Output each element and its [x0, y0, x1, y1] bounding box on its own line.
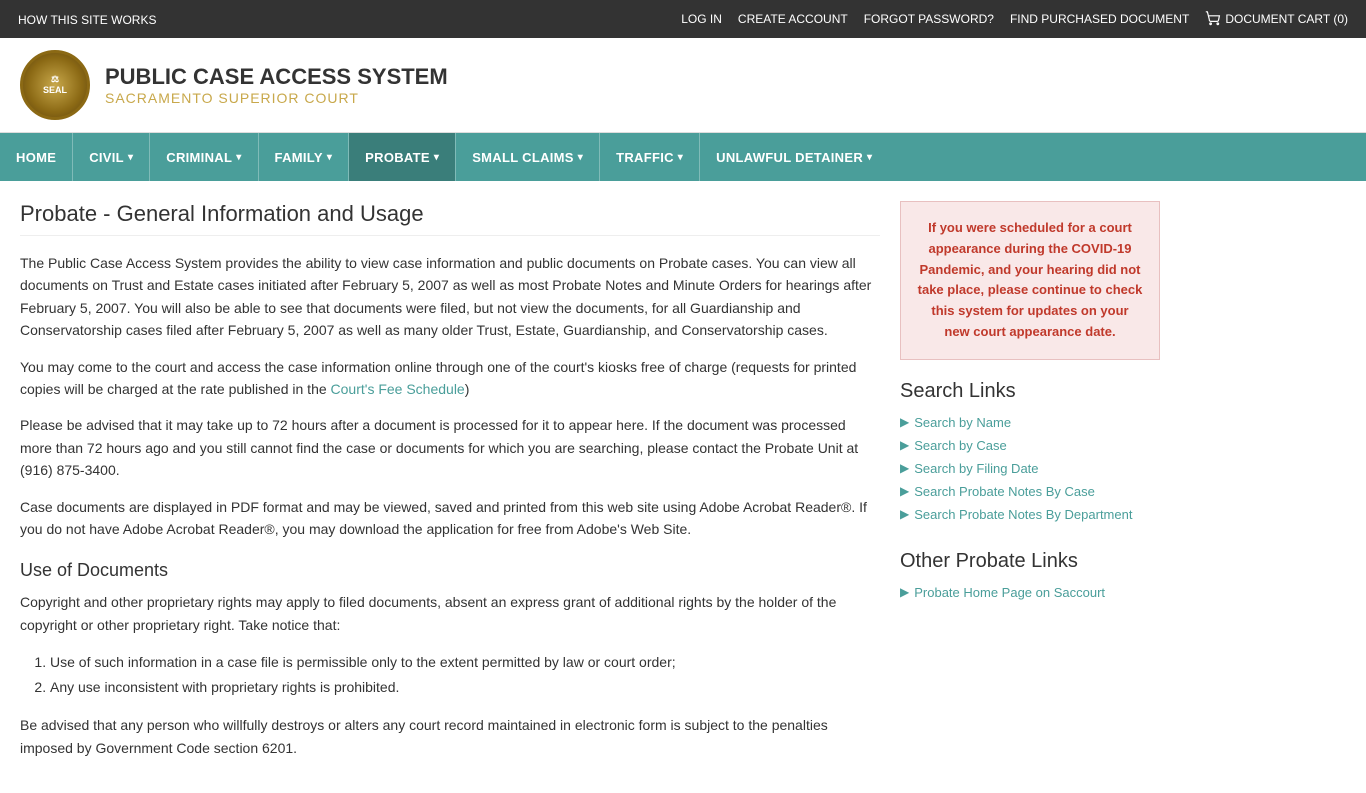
- small-claims-chevron: ▾: [578, 152, 583, 163]
- document-use-list: Use of such information in a case file i…: [50, 650, 880, 700]
- content-para-3: Please be advised that it may take up to…: [20, 414, 880, 481]
- top-bar: HOW THIS SITE WORKS LOG IN CREATE ACCOUN…: [0, 0, 1366, 38]
- search-by-case-link[interactable]: ▶ Search by Case: [900, 438, 1160, 453]
- civil-chevron: ▾: [128, 152, 133, 163]
- covid-notice: If you were scheduled for a court appear…: [900, 201, 1160, 360]
- main-nav: HOME CIVIL ▾ CRIMINAL ▾ FAMILY ▾ PROBATE…: [0, 133, 1366, 181]
- find-purchased-link[interactable]: FIND PURCHASED DOCUMENT: [1002, 12, 1197, 26]
- site-title: PUBLIC CASE ACCESS SYSTEM: [105, 64, 448, 90]
- traffic-chevron: ▾: [678, 152, 683, 163]
- nav-probate[interactable]: PROBATE ▾: [349, 133, 455, 181]
- search-links-title: Search Links: [900, 380, 1160, 403]
- sidebar-divider: [900, 530, 1160, 550]
- header: ⚖SEAL PUBLIC CASE ACCESS SYSTEM SACRAMEN…: [0, 38, 1366, 133]
- arrow-icon-4: ▶: [900, 484, 909, 498]
- fee-schedule-link[interactable]: Court's Fee Schedule: [331, 381, 465, 397]
- section-para: Copyright and other proprietary rights m…: [20, 591, 880, 636]
- final-para: Be advised that any person who willfully…: [20, 714, 880, 759]
- court-name: SACRAMENTO SUPERIOR COURT: [105, 90, 448, 106]
- search-probate-notes-dept-link[interactable]: ▶ Search Probate Notes By Department: [900, 507, 1160, 522]
- other-links-title: Other Probate Links: [900, 550, 1160, 573]
- top-bar-left: HOW THIS SITE WORKS: [10, 11, 164, 27]
- main-content: Probate - General Information and Usage …: [0, 181, 1366, 793]
- document-cart-link[interactable]: DOCUMENT CART (0): [1197, 11, 1356, 27]
- nav-civil[interactable]: CIVIL ▾: [73, 133, 149, 181]
- header-title: PUBLIC CASE ACCESS SYSTEM SACRAMENTO SUP…: [105, 64, 448, 106]
- search-probate-notes-case-link[interactable]: ▶ Search Probate Notes By Case: [900, 484, 1160, 499]
- sidebar: If you were scheduled for a court appear…: [900, 201, 1160, 773]
- how-site-works-link[interactable]: HOW THIS SITE WORKS: [10, 13, 164, 27]
- content-para-1: The Public Case Access System provides t…: [20, 252, 880, 342]
- search-by-name-link[interactable]: ▶ Search by Name: [900, 415, 1160, 430]
- arrow-icon-5: ▶: [900, 507, 909, 521]
- content-para-2: You may come to the court and access the…: [20, 356, 880, 401]
- probate-chevron: ▾: [434, 152, 439, 163]
- forgot-password-link[interactable]: FORGOT PASSWORD?: [856, 12, 1002, 26]
- arrow-icon-3: ▶: [900, 461, 909, 475]
- cart-icon: [1205, 11, 1221, 27]
- search-by-filing-date-link[interactable]: ▶ Search by Filing Date: [900, 461, 1160, 476]
- use-of-documents-title: Use of Documents: [20, 560, 880, 581]
- probate-home-link[interactable]: ▶ Probate Home Page on Saccourt: [900, 585, 1160, 600]
- logo-text: ⚖SEAL: [43, 74, 67, 96]
- nav-unlawful-detainer[interactable]: UNLAWFUL DETAINER ▾: [700, 133, 888, 181]
- unlawful-detainer-chevron: ▾: [867, 152, 872, 163]
- cart-label: DOCUMENT CART (0): [1225, 12, 1348, 26]
- content-area: Probate - General Information and Usage …: [20, 201, 880, 773]
- arrow-icon-6: ▶: [900, 585, 909, 599]
- criminal-chevron: ▾: [236, 152, 241, 163]
- nav-home[interactable]: HOME: [0, 133, 72, 181]
- arrow-icon-2: ▶: [900, 438, 909, 452]
- list-item-1: Use of such information in a case file i…: [50, 650, 880, 675]
- nav-traffic[interactable]: TRAFFIC ▾: [600, 133, 699, 181]
- list-item-2: Any use inconsistent with proprietary ri…: [50, 675, 880, 700]
- nav-small-claims[interactable]: SMALL CLAIMS ▾: [456, 133, 599, 181]
- create-account-link[interactable]: CREATE ACCOUNT: [730, 12, 856, 26]
- top-bar-right: LOG IN CREATE ACCOUNT FORGOT PASSWORD? F…: [673, 11, 1356, 27]
- nav-family[interactable]: FAMILY ▾: [259, 133, 349, 181]
- page-title: Probate - General Information and Usage: [20, 201, 880, 236]
- court-logo: ⚖SEAL: [20, 50, 90, 120]
- login-link[interactable]: LOG IN: [673, 12, 730, 26]
- family-chevron: ▾: [327, 152, 332, 163]
- nav-criminal[interactable]: CRIMINAL ▾: [150, 133, 257, 181]
- content-para-4: Case documents are displayed in PDF form…: [20, 496, 880, 541]
- arrow-icon-1: ▶: [900, 415, 909, 429]
